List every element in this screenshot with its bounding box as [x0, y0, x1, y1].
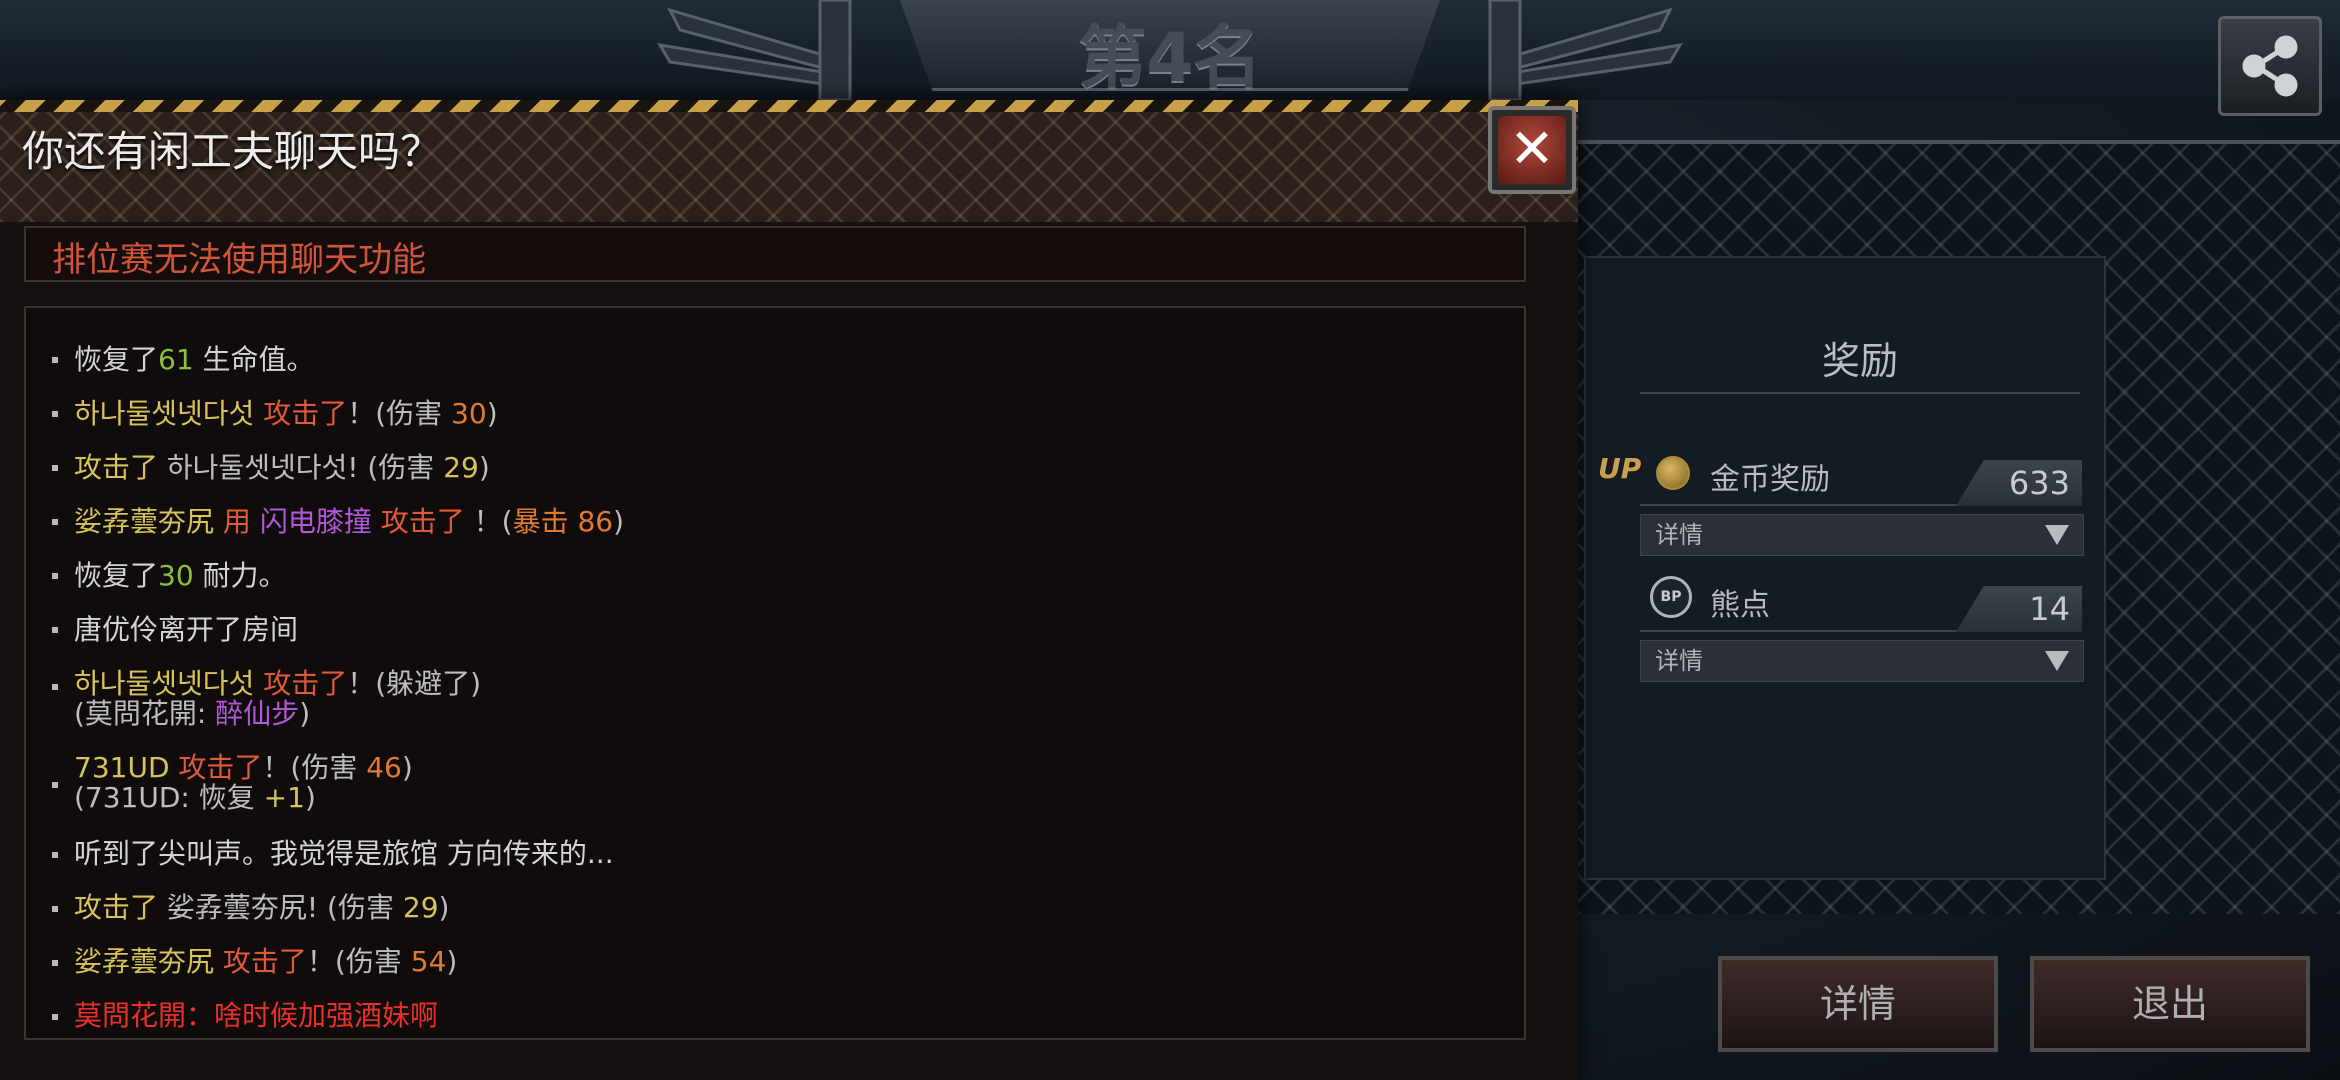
- log-line: 攻击了 하나둘셋넷다섯! (伤害 29): [74, 446, 490, 486]
- close-button[interactable]: ✕: [1488, 106, 1576, 194]
- bear-points-details-label: 详情: [1655, 647, 1703, 675]
- reward-divider: [1640, 392, 2080, 394]
- log-player-name: 하나둘셋넷다섯: [74, 397, 255, 430]
- rank-title: 第4名: [1078, 19, 1262, 98]
- reward-title: 奖励: [1821, 339, 1898, 383]
- log-bullet: [52, 411, 58, 417]
- wing-right-ornament: [1488, 0, 1683, 100]
- close-icon: ✕: [1498, 116, 1566, 184]
- gold-reward-label: 金币奖励: [1710, 462, 1830, 497]
- log-attack-text: 攻击了: [74, 891, 159, 924]
- gold-coin-icon: [1656, 456, 1690, 490]
- log-bullet: [52, 519, 58, 525]
- log-bullet: [52, 852, 58, 858]
- log-player-name: 娑孨蕓夯尻: [74, 505, 215, 538]
- log-text: ): [478, 451, 490, 484]
- log-bullet: [52, 357, 58, 363]
- log-chat-message: 莫問花開：啥时候加强酒妹啊: [74, 999, 439, 1032]
- log-heal-value: 61: [158, 343, 194, 376]
- log-text: ！(: [464, 505, 513, 538]
- log-text: 耐力。: [193, 559, 287, 592]
- log-line: 唐优伶离开了房间: [74, 608, 298, 648]
- bear-points-icon: BP: [1650, 576, 1692, 618]
- log-line: 听到了尖叫声。我觉得是旅馆 方向传来的...: [74, 832, 614, 872]
- log-text: 用: [214, 505, 260, 538]
- log-bullet: [52, 960, 58, 966]
- log-bullet: [52, 465, 58, 471]
- log-damage-value: 54: [410, 945, 447, 978]
- log-damage-value: 86: [577, 505, 614, 538]
- wing-left-ornament: [657, 0, 852, 100]
- gold-details-label: 详情: [1655, 521, 1703, 549]
- log-line: 하나둘셋넷다섯 攻击了！(伤害 30): [74, 392, 498, 432]
- log-attack-text: 攻击了: [371, 505, 465, 538]
- log-text: (731UD: 恢复: [74, 781, 264, 814]
- log-line: 娑孨蕓夯尻 用 闪电膝撞 攻击了 ！(暴击 86): [74, 500, 624, 540]
- log-text: ！(躲避了): [347, 667, 482, 700]
- log-player-name: 娑孨蕓夯尻: [74, 945, 215, 978]
- log-text: 恢复了: [74, 559, 159, 592]
- dropdown-arrow-icon: [2045, 651, 2069, 671]
- log-line: 恢复了61 生命值。: [74, 338, 315, 378]
- log-text: ): [486, 397, 498, 430]
- share-icon: [2242, 35, 2298, 97]
- notice-text: 排位赛无法使用聊天功能: [52, 240, 426, 280]
- log-text: ): [299, 697, 311, 730]
- hazard-stripe: [0, 100, 1578, 112]
- bear-points-label: 熊点: [1710, 588, 1770, 623]
- dropdown-arrow-icon: [2045, 525, 2069, 545]
- log-text: (莫問花開:: [74, 697, 216, 730]
- log-heal-value: 30: [158, 559, 194, 592]
- bear-points-details-dropdown[interactable]: 详情: [1640, 640, 2084, 682]
- log-damage-value: 29: [402, 891, 439, 924]
- log-text: ): [613, 505, 625, 538]
- log-bullet: [52, 627, 58, 633]
- log-text: ): [446, 945, 458, 978]
- log-text: 唐优伶离开了房间: [74, 613, 299, 646]
- log-text: ！(伤害: [306, 945, 411, 978]
- log-skill-name: 闪电膝撞: [259, 505, 372, 538]
- log-line: 莫問花開：啥时候加强酒妹啊: [74, 994, 438, 1034]
- log-skill-name: 醉仙步: [215, 697, 300, 730]
- exit-button[interactable]: 退出: [2030, 956, 2310, 1052]
- log-bullet: [52, 906, 58, 912]
- log-crit-label: 暴击: [512, 505, 578, 538]
- log-damage-value: 29: [443, 451, 479, 484]
- log-text: 恢复了: [74, 343, 159, 376]
- log-attack-text: 攻击了: [214, 945, 307, 978]
- log-line: 娑孨蕓夯尻 攻击了！(伤害 54): [74, 940, 457, 980]
- share-button[interactable]: [2218, 16, 2322, 116]
- log-text: ！(伤害: [347, 397, 452, 430]
- log-damage-value: 30: [451, 397, 487, 430]
- log-bullet: [52, 573, 58, 579]
- log-subline: (莫問花開: 醉仙步): [74, 692, 310, 732]
- log-text: 娑孨蕓夯尻! (伤害: [158, 891, 403, 924]
- log-text: ): [438, 891, 450, 924]
- log-text: 听到了尖叫声。我觉得是旅馆 方向传来的...: [74, 837, 614, 870]
- log-bullet: [52, 684, 58, 690]
- log-damage-value: 46: [366, 751, 402, 784]
- log-line: 攻击了 娑孨蕓夯尻! (伤害 29): [74, 886, 449, 926]
- log-heal-value: +1: [263, 781, 305, 814]
- log-text: ): [304, 781, 316, 814]
- log-subline: (731UD: 恢复 +1): [74, 776, 316, 816]
- log-attack-text: 攻击了: [74, 451, 159, 484]
- chat-title: 你还有闲工夫聊天吗？: [22, 127, 443, 176]
- up-badge: UP: [1598, 452, 1642, 485]
- log-text: 生命值。: [193, 343, 315, 376]
- log-bullet: [52, 1014, 58, 1020]
- log-bullet: [52, 782, 58, 788]
- details-button[interactable]: 详情: [1718, 956, 1998, 1052]
- log-text: 하나둘셋넷다섯! (伤害: [158, 451, 444, 484]
- log-attack-text: 攻击了: [254, 397, 348, 430]
- log-text: ): [401, 751, 413, 784]
- log-line: 恢复了30 耐力。: [74, 554, 287, 594]
- gold-details-dropdown[interactable]: 详情: [1640, 514, 2084, 556]
